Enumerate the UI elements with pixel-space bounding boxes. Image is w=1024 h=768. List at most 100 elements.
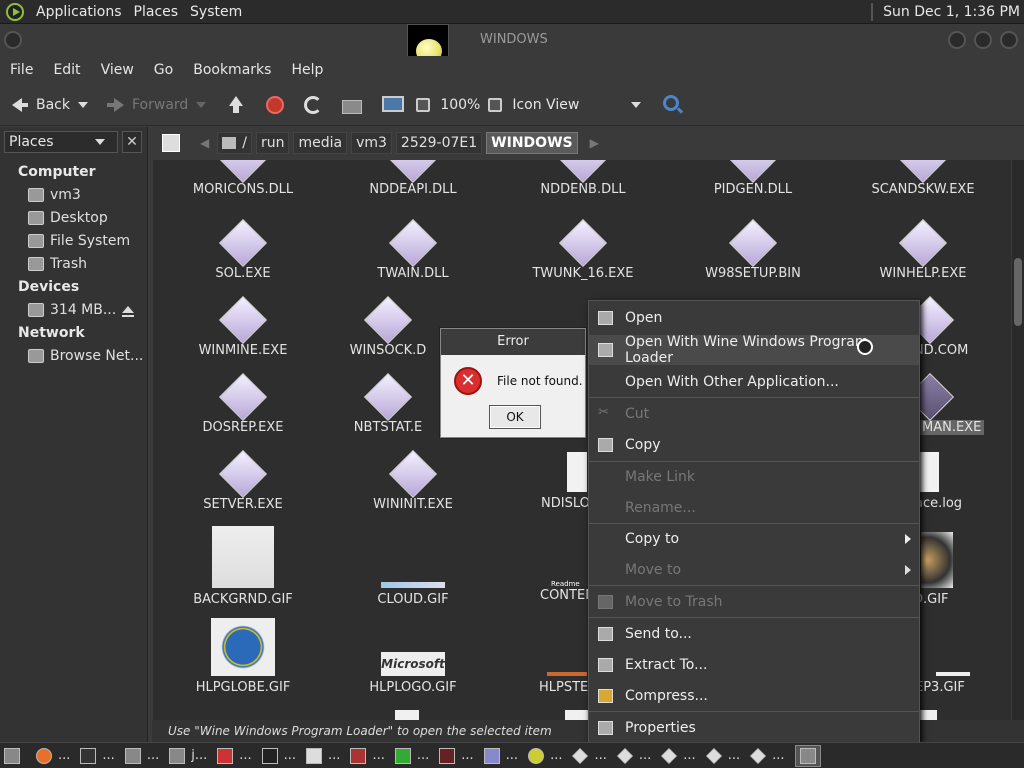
taskbar-item[interactable]: ... (746, 745, 788, 767)
taskbar-item[interactable]: ... (213, 745, 255, 767)
menu-view[interactable]: View (91, 62, 144, 78)
menu-item-copy[interactable]: Copy (589, 430, 919, 460)
menu-item-copy-to[interactable]: Copy to (589, 524, 919, 554)
file-icon-partial[interactable] (395, 710, 419, 720)
menu-item-make-link[interactable]: Make Link (589, 462, 919, 492)
show-desktop-button[interactable] (0, 745, 30, 767)
menu-edit[interactable]: Edit (43, 62, 90, 78)
taskbar-item[interactable]: ... (302, 745, 344, 767)
file-item[interactable]: PIDGEN.DLL (673, 160, 833, 197)
scroll-right-icon[interactable]: ▶ (590, 136, 599, 150)
file-item[interactable]: MORICONS.DLL (163, 160, 323, 197)
crumb-volume[interactable]: 2529-07E1 (395, 132, 483, 154)
file-icon-partial[interactable] (565, 710, 589, 720)
sidebar-item-browse-network[interactable]: Browse Net... (28, 346, 143, 366)
menu-item-move-to[interactable]: Move to (589, 555, 919, 585)
sidebar-item-file-system[interactable]: File System (28, 231, 130, 251)
file-item[interactable]: SETVER.EXE (163, 449, 323, 512)
file-item[interactable]: WINSOCK.D (333, 295, 443, 358)
menu-go[interactable]: Go (144, 62, 183, 78)
menu-bookmarks[interactable]: Bookmarks (183, 62, 281, 78)
file-item[interactable]: TWAIN.DLL (333, 218, 493, 281)
file-item[interactable]: WINMINE.EXE (163, 295, 323, 358)
file-item[interactable]: HLPGLOBE.GIF (163, 618, 323, 695)
file-item[interactable]: D.GIF (913, 526, 993, 607)
file-item[interactable]: NBTSTAT.E (333, 372, 443, 435)
file-item[interactable]: SCANDSKW.EXE (843, 160, 1003, 197)
scrollbar-thumb[interactable] (1014, 258, 1022, 326)
taskbar-item[interactable]: ... (657, 745, 699, 767)
taskbar-item[interactable]: ... (435, 745, 477, 767)
up-button[interactable] (226, 90, 252, 120)
sidebar-type-select[interactable]: Places (4, 131, 118, 153)
taskbar-item[interactable]: ... (524, 745, 566, 767)
crumb-run[interactable]: run (255, 132, 290, 154)
file-item[interactable]: Readme CONTEN (533, 526, 593, 603)
file-item[interactable]: CLOUD.GIF (333, 526, 493, 607)
menu-help[interactable]: Help (281, 62, 333, 78)
sidebar-item-volume[interactable]: 314 MB... (28, 300, 116, 320)
menu-item-rename[interactable]: Rename... (589, 493, 919, 523)
taskbar-item[interactable]: ... (258, 745, 300, 767)
taskbar-item[interactable]: ... (76, 745, 118, 767)
taskbar-item[interactable]: ... (480, 745, 522, 767)
edit-location-icon[interactable] (162, 134, 180, 152)
file-item[interactable]: WINHELP.EXE (843, 218, 1003, 281)
taskbar-item[interactable]: ... (702, 745, 744, 767)
window-titlebar[interactable]: WINDOWS (0, 24, 1024, 56)
maximize-button[interactable] (974, 31, 992, 49)
zoom-out-button[interactable] (416, 90, 436, 120)
menu-item-extract-to[interactable]: Extract To... (589, 650, 919, 680)
file-item[interactable]: NDISLO (533, 452, 589, 511)
scroll-left-icon[interactable]: ◀ (200, 136, 209, 150)
zoom-level[interactable]: 100% (440, 90, 480, 120)
menu-item-move-to-trash[interactable]: Move to Trash (589, 587, 919, 617)
sidebar-item-vm3[interactable]: vm3 (28, 185, 81, 205)
file-item[interactable]: BACKGRND.GIF (163, 526, 323, 607)
zoom-in-button[interactable] (488, 90, 508, 120)
home-button[interactable] (342, 90, 368, 120)
taskbar-item[interactable]: ... (32, 745, 74, 767)
taskbar-item[interactable]: ... (121, 745, 163, 767)
taskbar-item[interactable]: ... (568, 745, 610, 767)
menu-item-send-to[interactable]: Send to... (589, 619, 919, 649)
menu-item-compress[interactable]: Compress... (589, 681, 919, 711)
file-item[interactable]: EP3.GIF (913, 618, 993, 695)
applications-menu[interactable]: Applications (30, 0, 128, 24)
close-window-button[interactable] (1000, 31, 1018, 49)
file-item[interactable]: W98SETUP.BIN (673, 218, 833, 281)
menu-file[interactable]: File (0, 62, 43, 78)
view-mode-select[interactable]: Icon View (512, 90, 649, 120)
file-item[interactable]: WININIT.EXE (333, 449, 493, 512)
file-item[interactable]: NDDEAPI.DLL (333, 160, 493, 197)
reload-button[interactable] (304, 90, 328, 120)
forward-history-dropdown[interactable] (196, 101, 207, 108)
gnome-menu-icon[interactable] (6, 2, 24, 21)
ok-button[interactable]: OK (489, 405, 541, 429)
taskbar-item[interactable]: ... (613, 745, 655, 767)
menu-item-properties[interactable]: Properties (589, 713, 919, 743)
computer-button[interactable] (382, 90, 410, 120)
taskbar-item[interactable]: ... (391, 745, 433, 767)
sidebar-item-trash[interactable]: Trash (28, 254, 87, 274)
file-item[interactable]: Microsoft HLPLOGO.GIF (333, 618, 493, 695)
crumb-media[interactable]: media (293, 132, 348, 154)
forward-button[interactable]: Forward (106, 90, 188, 120)
file-item[interactable]: HLPSTE (533, 618, 589, 695)
sidebar-item-desktop[interactable]: Desktop (28, 208, 108, 228)
back-button[interactable]: Back (10, 90, 70, 120)
eject-icon[interactable] (122, 306, 134, 317)
vertical-scrollbar[interactable] (1012, 160, 1024, 720)
back-history-dropdown[interactable] (78, 101, 88, 108)
menu-item-open-with-other[interactable]: Open With Other Application... (589, 367, 919, 397)
error-dialog-title[interactable]: Error (441, 329, 585, 355)
places-menu[interactable]: Places (128, 0, 185, 24)
taskbar-item-active[interactable] (794, 744, 821, 767)
crumb-windows[interactable]: WINDOWS (486, 132, 578, 154)
menu-item-open[interactable]: Open (589, 303, 919, 333)
clock[interactable]: Sun Dec 1, 1:36 PM (871, 0, 1020, 24)
file-item[interactable]: TWUNK_16.EXE (503, 218, 663, 281)
search-button[interactable] (663, 90, 685, 120)
taskbar-item[interactable]: j... (165, 745, 211, 767)
crumb-vm3[interactable]: vm3 (351, 132, 392, 154)
